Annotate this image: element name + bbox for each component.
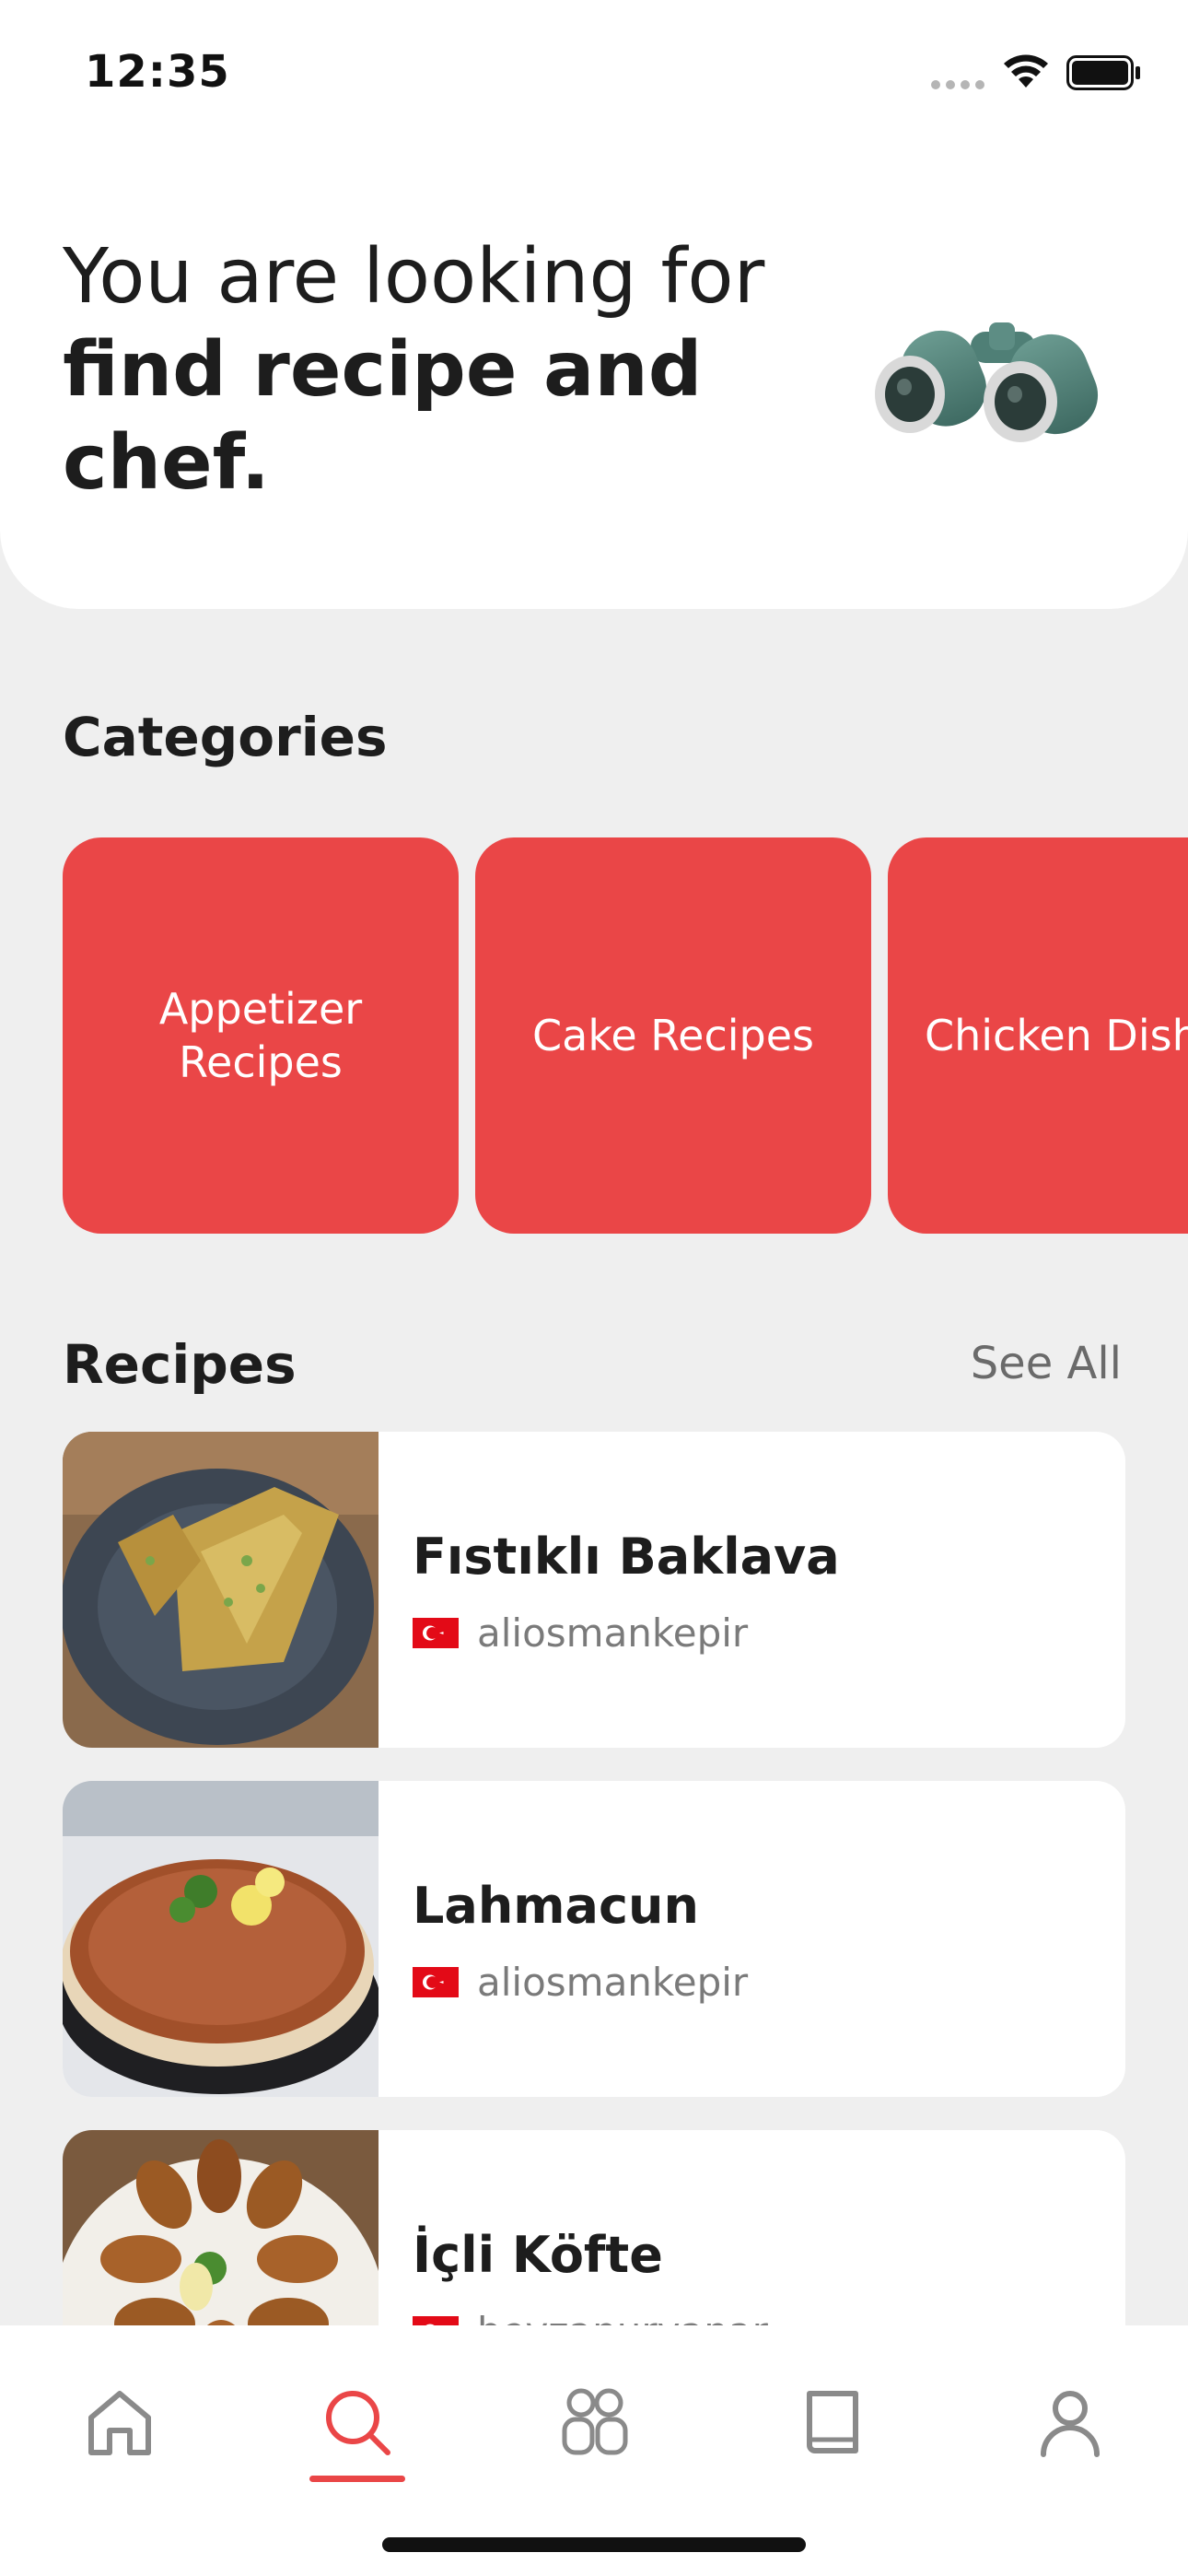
battery-icon (1066, 55, 1140, 90)
header-card: 12:35 You are looking for find recipe an… (0, 0, 1188, 609)
recipe-author-row: aliosmankepir (413, 1956, 748, 2008)
community-icon (562, 2388, 628, 2455)
category-card-cake[interactable]: Cake Recipes (475, 837, 871, 1234)
recipe-photo-baklava (63, 1432, 379, 1748)
home-indicator[interactable] (382, 2537, 806, 2552)
profile-icon (1041, 2391, 1100, 2457)
category-label: Appetizer Recipes (158, 984, 363, 1087)
recipe-author: beyzanurvanar (477, 2309, 768, 2326)
tab-cookbook[interactable] (773, 2362, 892, 2482)
hero-line-1: You are looking for (63, 233, 765, 321)
book-icon (807, 2391, 858, 2453)
hero-line-2: find recipe and chef. (63, 326, 703, 507)
categories-title: Categories (63, 706, 388, 768)
recipe-author-row: beyzanurvanar (413, 2305, 768, 2325)
recipe-photo-lahmacun (63, 1781, 379, 2097)
tab-bar (0, 2325, 1188, 2576)
recipe-author-row: aliosmankepir (413, 1607, 748, 1658)
recipe-photo-icli-kofte (63, 2130, 379, 2325)
turkey-flag-icon (413, 2315, 459, 2325)
search-icon (326, 2391, 390, 2455)
recipe-name: Fıstıklı Baklava (413, 1528, 840, 1586)
recipe-author: aliosmankepir (477, 1959, 749, 2005)
active-tab-indicator (309, 2476, 405, 2482)
category-card-chicken[interactable]: Chicken Dishes (888, 837, 1188, 1234)
turkey-flag-icon (413, 1966, 459, 1997)
recipe-card[interactable]: Fıstıklı Baklava aliosmankepir (63, 1432, 1125, 1748)
see-all-link[interactable]: See All (971, 1338, 1122, 1389)
recipe-card[interactable]: Lahmacun aliosmankepir (63, 1781, 1125, 2097)
turkey-flag-icon (413, 1617, 459, 1648)
wifi-icon (1004, 54, 1048, 88)
category-card-appetizer[interactable]: Appetizer Recipes (63, 837, 459, 1234)
status-bar: 12:35 (0, 0, 1188, 138)
hero-heading: You are looking for find recipe and chef… (63, 230, 855, 509)
tab-profile[interactable] (1010, 2362, 1130, 2482)
recipes-title: Recipes (63, 1333, 297, 1396)
tab-search[interactable] (297, 2362, 417, 2482)
tab-home[interactable] (60, 2362, 180, 2482)
recipe-name: İçli Köfte (413, 2226, 663, 2284)
cellular-signal-icon (931, 80, 984, 89)
category-label: Cake Recipes (532, 1011, 814, 1060)
tab-community[interactable] (535, 2362, 655, 2482)
categories-carousel[interactable]: Appetizer Recipes Cake Recipes Chicken D… (63, 837, 1188, 1234)
recipe-name: Lahmacun (413, 1877, 699, 1935)
recipe-list[interactable]: Fıstıklı Baklava aliosmankepir Lahmacun (63, 1432, 1125, 2325)
binoculars-icon (875, 322, 1099, 442)
home-icon (88, 2391, 151, 2455)
category-label: Chicken Dishes (925, 1011, 1188, 1060)
recipe-author: aliosmankepir (477, 1610, 749, 1656)
status-time: 12:35 (85, 46, 230, 98)
recipe-card[interactable]: İçli Köfte beyzanurvanar (63, 2130, 1125, 2325)
